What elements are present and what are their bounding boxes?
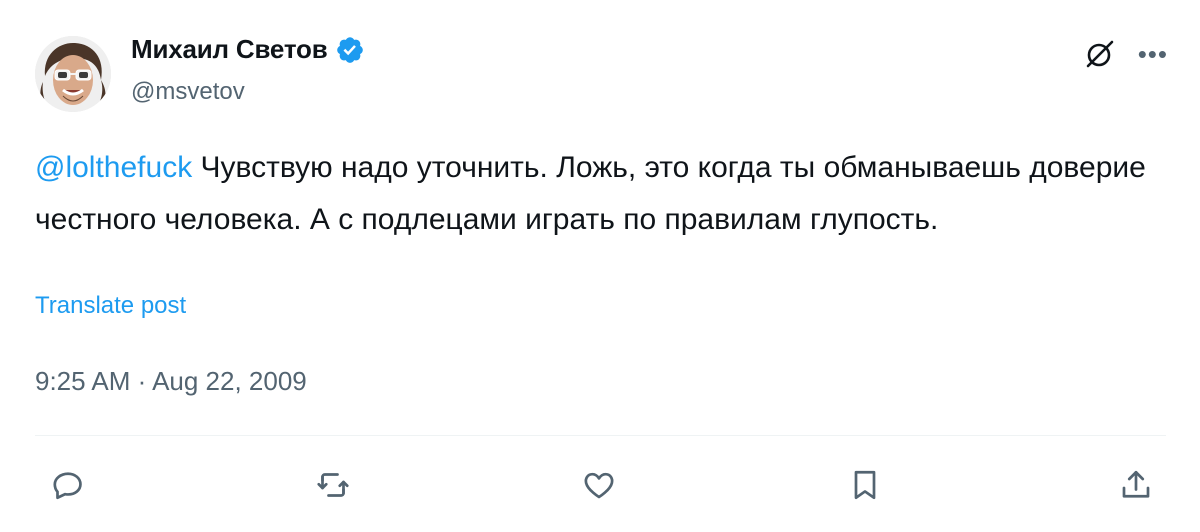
like-button[interactable]: [576, 462, 622, 508]
bookmark-button[interactable]: [842, 462, 888, 508]
share-icon: [1118, 467, 1154, 503]
author-handle[interactable]: @msvetov: [131, 78, 245, 106]
reply-button[interactable]: [45, 462, 91, 508]
retweet-icon: [315, 467, 351, 503]
mention-link[interactable]: @lolthefuck: [35, 151, 192, 184]
author-name-row: Михаил Светов: [131, 34, 365, 65]
like-icon: [581, 467, 617, 503]
reply-icon: [50, 467, 86, 503]
top-actions: •••: [1084, 38, 1168, 70]
verified-badge-icon[interactable]: [335, 35, 365, 65]
more-icon[interactable]: •••: [1138, 41, 1168, 67]
tweet-card: Михаил Светов @msvetov ••• @lolthefuck Ч…: [0, 0, 1200, 532]
tweet-body: Чувствую надо уточнить. Ложь, это когда …: [35, 151, 1146, 236]
display-name[interactable]: Михаил Светов: [131, 34, 328, 65]
translate-post-link[interactable]: Translate post: [35, 292, 186, 320]
share-button[interactable]: [1113, 462, 1159, 508]
retweet-button[interactable]: [310, 462, 356, 508]
grok-icon[interactable]: [1084, 38, 1116, 70]
bookmark-icon: [847, 467, 883, 503]
avatar[interactable]: [35, 36, 111, 112]
tweet-text: @lolthefuck Чувствую надо уточнить. Ложь…: [35, 142, 1165, 246]
divider: [35, 435, 1166, 436]
post-timestamp[interactable]: 9:25 AM · Aug 22, 2009: [35, 366, 307, 397]
action-bar: [0, 462, 1200, 508]
